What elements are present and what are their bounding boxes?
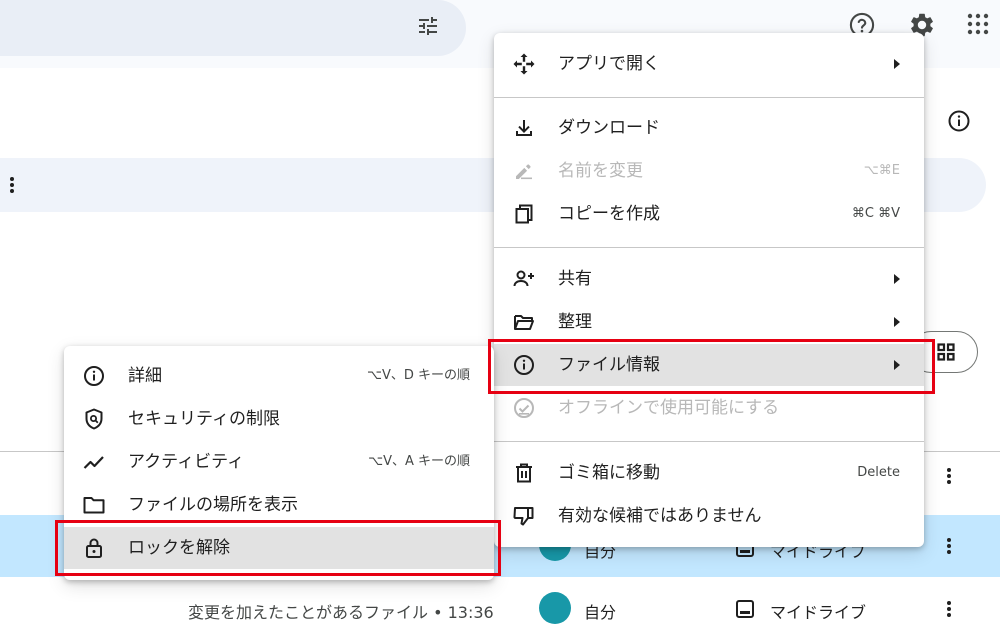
row-more-button[interactable] bbox=[938, 535, 960, 557]
shortcut-hint: ⌥⌘E bbox=[863, 163, 900, 178]
trash-icon bbox=[516, 463, 532, 483]
context-menu: アプリで開く ダウンロード 名前を変更 ⌥⌘E コピーを作成 ⌘C ⌘V 共有 bbox=[494, 33, 924, 547]
menu-item-label: コピーを作成 bbox=[558, 204, 660, 224]
trending-icon bbox=[83, 456, 104, 469]
info-icon bbox=[948, 110, 970, 132]
menu-item-label: 詳細 bbox=[128, 366, 162, 386]
copy-icon bbox=[515, 204, 533, 224]
menu-item-not-helpful[interactable]: 有効な候補ではありません bbox=[494, 495, 924, 537]
lock-icon bbox=[86, 538, 102, 558]
offline-check-icon bbox=[514, 398, 534, 418]
avatar bbox=[539, 592, 571, 624]
menu-item-label: 共有 bbox=[558, 269, 592, 289]
search-options-button[interactable] bbox=[410, 8, 446, 44]
folder-icon bbox=[83, 497, 105, 514]
file-reason: 変更を加えたことがあるファイル • 13:36 bbox=[188, 603, 494, 622]
submenu-item-unlock[interactable]: ロックを解除 bbox=[64, 527, 494, 569]
menu-item-organize[interactable]: 整理 bbox=[494, 301, 924, 343]
submenu-item-security-limits[interactable]: セキュリティの制限 bbox=[64, 398, 494, 440]
more-vert-icon bbox=[947, 538, 951, 554]
details-panel-button[interactable] bbox=[942, 104, 976, 138]
tune-icon bbox=[419, 17, 437, 35]
menu-item-share[interactable]: 共有 bbox=[494, 258, 924, 300]
submenu-item-show-file-location[interactable]: ファイルの場所を表示 bbox=[64, 484, 494, 526]
chipbar-more-button[interactable] bbox=[4, 174, 20, 196]
person-add-icon bbox=[513, 270, 534, 287]
my-drive-icon bbox=[736, 600, 754, 618]
menu-item-label: ファイル情報 bbox=[558, 355, 660, 375]
shortcut-hint: Delete bbox=[857, 465, 900, 480]
submenu-item-activity[interactable]: アクティビティ ⌥V、A キーの順 bbox=[64, 441, 494, 483]
menu-divider bbox=[494, 441, 924, 442]
menu-item-file-info[interactable]: ファイル情報 bbox=[494, 344, 924, 386]
menu-item-label: アクティビティ bbox=[128, 452, 245, 472]
menu-item-label: 有効な候補ではありません bbox=[558, 506, 762, 526]
menu-item-download[interactable]: ダウンロード bbox=[494, 107, 924, 149]
row-more-button[interactable] bbox=[938, 598, 960, 620]
row-more-button[interactable] bbox=[938, 465, 960, 487]
more-vert-icon bbox=[947, 468, 951, 484]
shortcut-hint: ⌥V、D キーの順 bbox=[366, 368, 470, 383]
search-bar[interactable] bbox=[0, 0, 466, 56]
owner-name: 自分 bbox=[584, 603, 617, 622]
menu-item-label: アプリで開く bbox=[558, 54, 660, 74]
menu-item-label: ダウンロード bbox=[558, 118, 660, 138]
menu-item-open-with[interactable]: アプリで開く bbox=[494, 43, 924, 85]
shortcut-hint: ⌘C ⌘V bbox=[851, 206, 900, 221]
menu-divider bbox=[494, 247, 924, 248]
submenu-arrow-icon bbox=[894, 274, 900, 284]
table-row[interactable]: 変更を加えたことがあるファイル • 13:36 自分 マイドライブ bbox=[0, 584, 1000, 632]
submenu-item-details[interactable]: 詳細 ⌥V、D キーの順 bbox=[64, 355, 494, 397]
menu-item-label: セキュリティの制限 bbox=[128, 409, 280, 429]
folder-open-icon bbox=[514, 315, 534, 330]
menu-item-label: 整理 bbox=[558, 312, 592, 332]
info-icon bbox=[514, 355, 534, 375]
menu-item-label: ファイルの場所を表示 bbox=[128, 495, 298, 515]
file-info-submenu: 詳細 ⌥V、D キーの順 セキュリティの制限 アクティビティ ⌥V、A キーの順… bbox=[64, 346, 494, 580]
menu-item-label: ロックを解除 bbox=[128, 538, 230, 558]
submenu-arrow-icon bbox=[894, 59, 900, 69]
apps-grid-icon bbox=[967, 13, 989, 35]
info-icon bbox=[84, 366, 104, 386]
shield-search-icon bbox=[85, 408, 103, 430]
submenu-arrow-icon bbox=[894, 317, 900, 327]
menu-item-label: 名前を変更 bbox=[558, 161, 643, 181]
google-apps-button[interactable] bbox=[960, 6, 996, 42]
download-icon bbox=[516, 120, 532, 136]
menu-item-rename[interactable]: 名前を変更 ⌥⌘E bbox=[494, 150, 924, 192]
grid-view-icon bbox=[937, 343, 955, 361]
menu-item-label: ゴミ箱に移動 bbox=[558, 463, 660, 483]
menu-item-move-to-trash[interactable]: ゴミ箱に移動 Delete bbox=[494, 452, 924, 494]
menu-item-label: オフラインで使用可能にする bbox=[558, 398, 780, 418]
menu-item-make-offline[interactable]: オフラインで使用可能にする bbox=[494, 387, 924, 429]
pencil-icon bbox=[516, 164, 532, 180]
shortcut-hint: ⌥V、A キーの順 bbox=[368, 454, 470, 469]
menu-item-make-copy[interactable]: コピーを作成 ⌘C ⌘V bbox=[494, 193, 924, 235]
more-vert-icon bbox=[947, 601, 951, 617]
more-vert-icon bbox=[10, 177, 14, 193]
move-arrows-icon bbox=[513, 53, 535, 75]
submenu-arrow-icon bbox=[894, 360, 900, 370]
menu-divider bbox=[494, 97, 924, 98]
thumbs-down-icon bbox=[513, 507, 534, 526]
location-name: マイドライブ bbox=[770, 603, 867, 622]
